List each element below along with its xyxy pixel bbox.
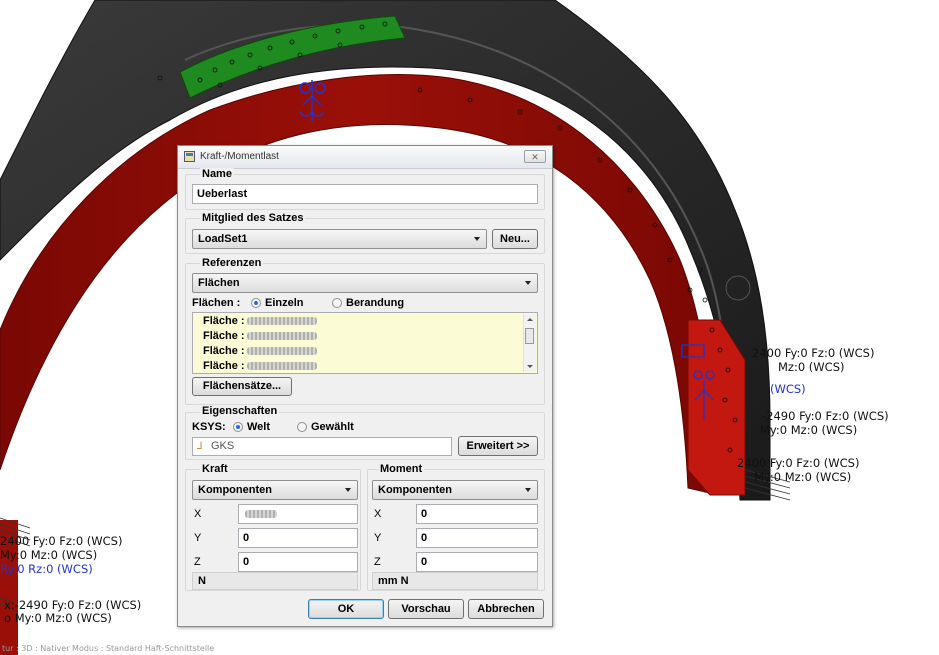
moment-y-input[interactable]: 0 (416, 528, 538, 548)
force-y-input[interactable]: 0 (238, 528, 358, 548)
new-set-button[interactable]: Neu... (492, 229, 538, 249)
scroll-down-icon[interactable] (527, 365, 533, 368)
load-set-value: LoadSet1 (198, 233, 248, 245)
load-set-select[interactable]: LoadSet1 (192, 229, 487, 249)
moment-x-label: X (374, 508, 382, 520)
name-input[interactable]: Ueberlast (192, 184, 538, 204)
chevron-down-icon (525, 488, 531, 492)
force-z-label: Z (194, 556, 201, 568)
preview-button[interactable]: Vorschau (388, 599, 464, 619)
app-icon (184, 151, 195, 162)
references-label: Referenzen (200, 257, 264, 269)
moment-label: Moment (378, 463, 425, 475)
force-moment-load-dialog: Kraft-/Momentlast ✕ Name Ueberlast Mitgl… (177, 145, 553, 627)
csys-world-radio[interactable] (233, 422, 243, 432)
close-button[interactable]: ✕ (524, 150, 546, 163)
csys-value: GKS (211, 440, 235, 452)
moment-type-value: Komponenten (378, 484, 452, 496)
load-annotation: o My:0 Mz:0 (WCS) (4, 611, 112, 625)
load-annotation: 2400 Fy:0 Fz:0 (WCS) (752, 346, 875, 360)
boundary-radio-label: Berandung (346, 297, 405, 309)
load-annotation: Mz:0 (WCS) (778, 360, 845, 374)
csys-field[interactable]: ⅃ GKS (192, 437, 452, 456)
moment-type-select[interactable]: Komponenten (372, 480, 538, 500)
dialog-titlebar[interactable]: Kraft-/Momentlast ✕ (178, 146, 552, 169)
load-annotation: My:0 Mz:0 (WCS) (754, 470, 852, 484)
force-x-input[interactable] (238, 504, 358, 524)
load-annotation: 2400 Fy:0 Fz:0 (WCS) (737, 456, 860, 470)
load-annotation: -2490 Fy:0 Fz:0 (WCS) (762, 409, 889, 423)
dialog-title: Kraft-/Momentlast (200, 151, 279, 162)
load-annotation: My:0 Mz:0 (WCS) (760, 423, 858, 437)
surfaces-list[interactable]: Fläche : Fläche : Fläche : Fläche : (192, 312, 538, 374)
load-annotation: Ry:0 Rz:0 (WCS) (0, 562, 93, 576)
ok-button[interactable]: OK (308, 599, 384, 619)
moment-z-input[interactable]: 0 (416, 552, 538, 572)
properties-label: Eigenschaften (200, 405, 280, 417)
force-label: Kraft (200, 463, 230, 475)
csys-world-label: Welt (247, 421, 271, 433)
force-z-input[interactable]: 0 (238, 552, 358, 572)
status-line: tur : 3D : Nativer Modus : Standard Haft… (2, 644, 215, 653)
moment-x-input[interactable]: 0 (416, 504, 538, 524)
list-item[interactable]: Fläche : (203, 330, 317, 342)
single-radio-label: Einzeln (265, 297, 304, 309)
scroll-thumb[interactable] (525, 328, 534, 344)
surface-sets-button[interactable]: Flächensätze... (192, 377, 292, 396)
reference-type-value: Flächen (198, 277, 240, 289)
list-item[interactable]: Fläche : (203, 360, 317, 372)
chevron-down-icon (345, 488, 351, 492)
reference-type-select[interactable]: Flächen (192, 273, 538, 293)
list-item[interactable]: Fläche : (203, 315, 317, 327)
csys-label: KSYS: (192, 421, 226, 433)
member-label: Mitglied des Satzes (200, 212, 306, 224)
load-annotation: My:0 Mz:0 (WCS) (0, 548, 98, 562)
surfaces-mode-label: Flächen : (192, 297, 241, 309)
force-type-select[interactable]: Komponenten (192, 480, 358, 500)
force-type-value: Komponenten (198, 484, 272, 496)
csys-icon: ⅃ (197, 441, 203, 452)
scroll-up-icon[interactable] (527, 318, 533, 321)
force-x-value-redacted (245, 510, 277, 519)
list-scrollbar[interactable] (523, 314, 536, 372)
chevron-down-icon (525, 281, 531, 285)
load-annotation: 2400 Fy:0 Fz:0 (WCS) (0, 534, 123, 548)
force-unit: N (192, 572, 358, 590)
chevron-down-icon (474, 237, 480, 241)
moment-unit: mm N (372, 572, 538, 590)
advanced-button[interactable]: Erweitert >> (458, 436, 538, 456)
name-label: Name (200, 168, 234, 180)
force-y-label: Y (194, 532, 202, 544)
force-x-label: X (194, 508, 202, 520)
csys-selected-label: Gewählt (311, 421, 354, 433)
moment-z-label: Z (374, 556, 381, 568)
load-annotation: (WCS) (770, 382, 806, 396)
boundary-radio[interactable] (332, 298, 342, 308)
cancel-button[interactable]: Abbrechen (468, 599, 544, 619)
list-item[interactable]: Fläche : (203, 345, 317, 357)
csys-selected-radio[interactable] (297, 422, 307, 432)
part-boss (725, 275, 751, 301)
single-radio[interactable] (251, 298, 261, 308)
moment-y-label: Y (374, 532, 382, 544)
